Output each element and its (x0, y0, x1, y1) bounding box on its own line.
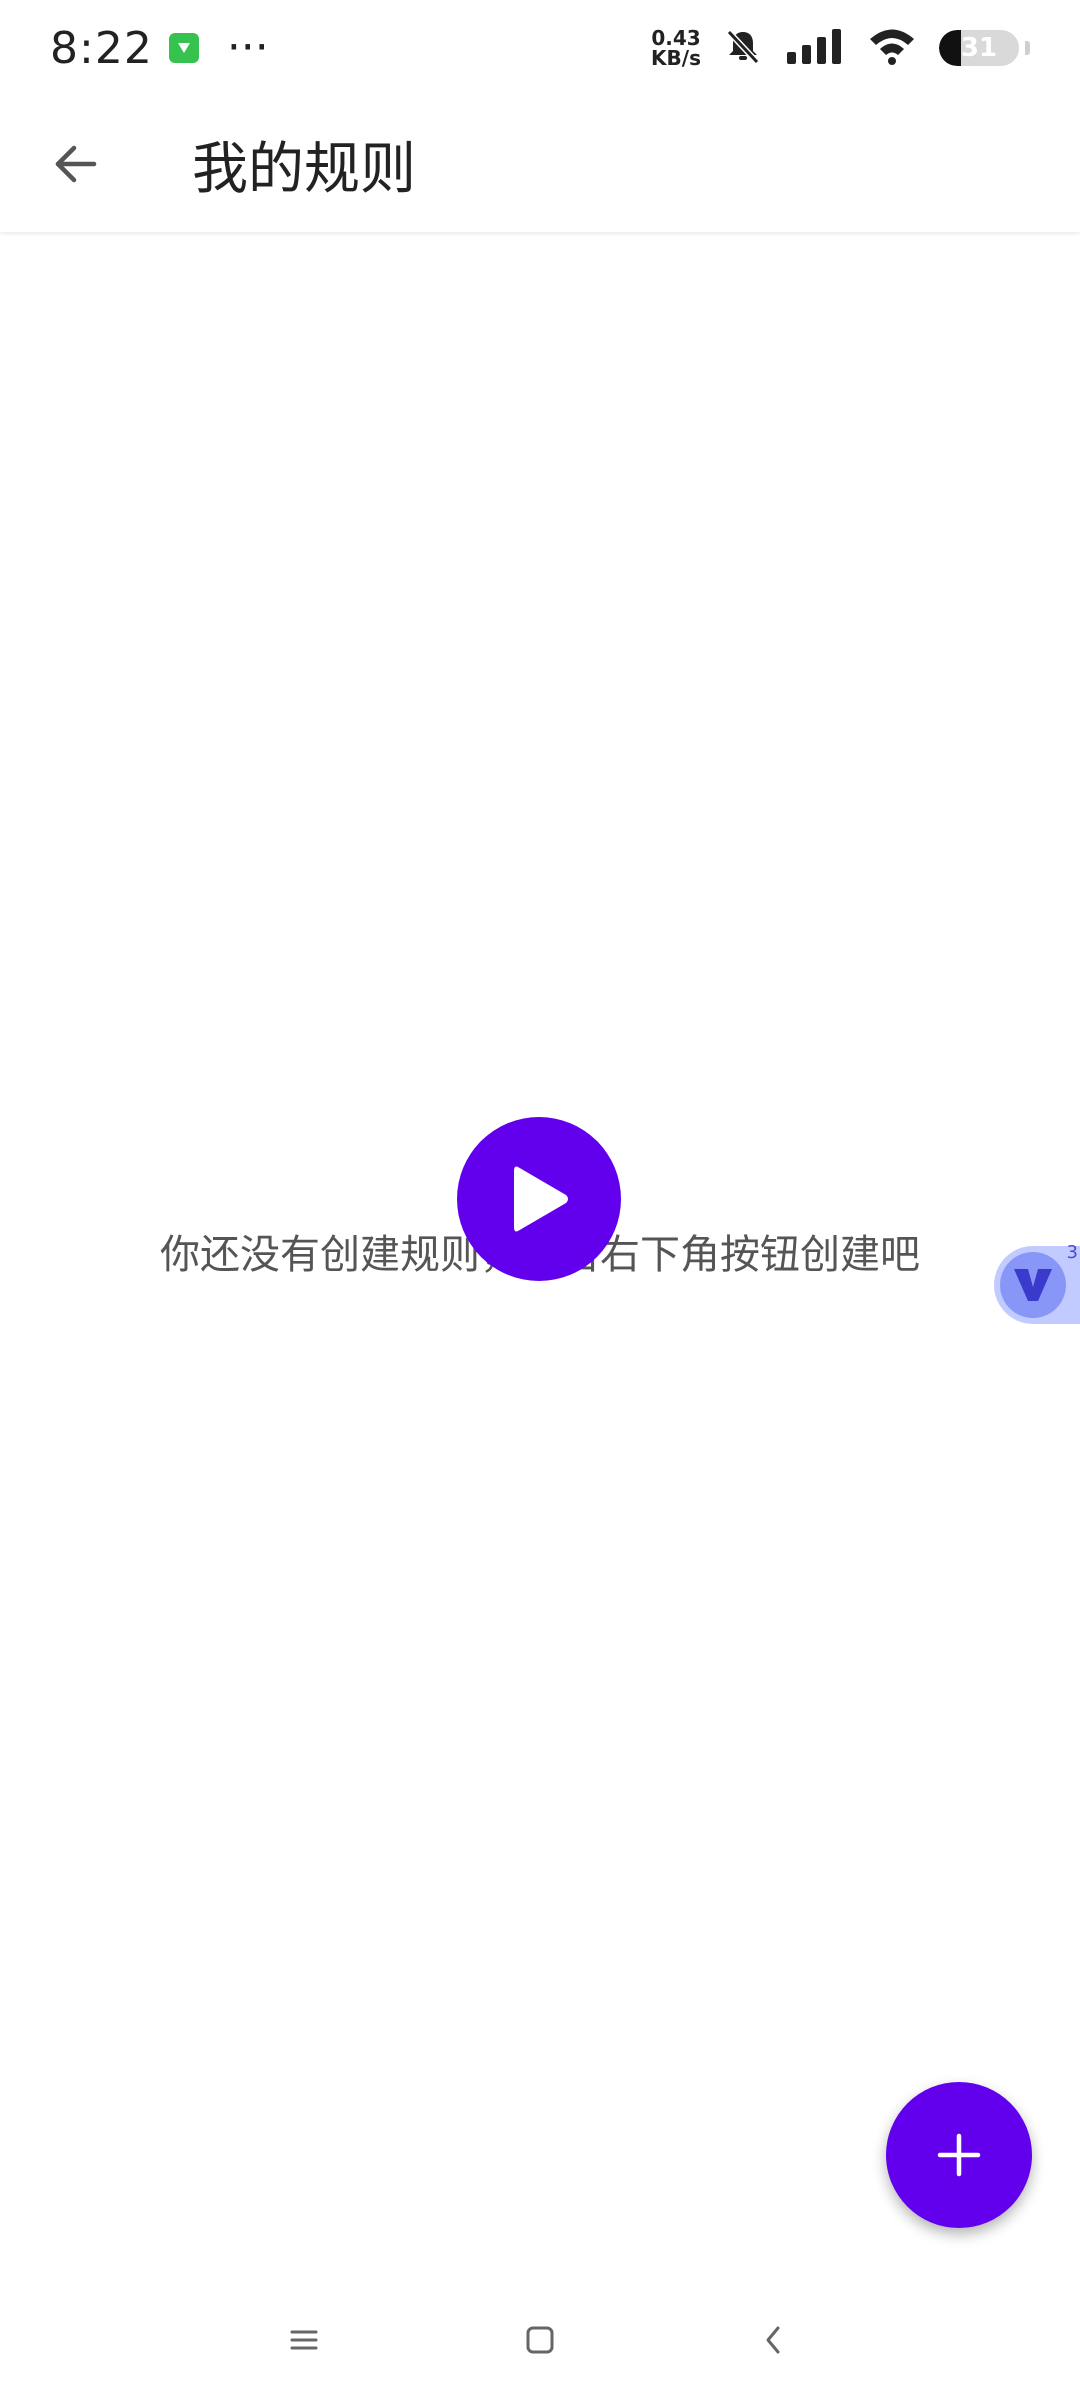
more-dots: ··· (226, 22, 269, 73)
navigation-bar (0, 2280, 1080, 2400)
battery-level: 31 (960, 33, 998, 63)
status-right: 0.43 KB/s 31 (651, 26, 1030, 70)
app-bar: 我的规则 (0, 96, 1080, 232)
wifi-icon (867, 26, 917, 70)
home-icon (526, 2326, 554, 2354)
bubble-count: 3 (1066, 1242, 1078, 1263)
battery-icon: 31 (939, 30, 1019, 66)
play-icon (514, 1166, 568, 1232)
net-speed-value: 0.43 (651, 26, 701, 50)
status-time: 8:22 (50, 22, 153, 74)
status-bar: 8:22 ··· 0.43 KB/s 31 (0, 0, 1080, 96)
nav-back-button[interactable] (742, 2308, 806, 2372)
nav-home-button[interactable] (508, 2308, 572, 2372)
status-left: 8:22 ··· (50, 23, 269, 74)
nav-menu-button[interactable] (272, 2308, 336, 2372)
battery-cap (1025, 41, 1030, 55)
mute-bell-icon (723, 26, 763, 70)
play-button[interactable] (457, 1117, 621, 1281)
net-speed: 0.43 KB/s (651, 28, 701, 68)
add-rule-button[interactable] (886, 2082, 1032, 2228)
floating-bubble[interactable]: 3 (994, 1242, 1080, 1324)
signal-icon (785, 26, 845, 70)
back-button[interactable] (20, 109, 130, 219)
plus-icon (937, 2133, 981, 2177)
back-icon (766, 2326, 780, 2354)
net-speed-unit: KB/s (651, 46, 701, 70)
arrow-left-icon (55, 145, 97, 183)
app-badge-icon (168, 33, 199, 63)
page-title: 我的规则 (192, 136, 416, 202)
menu-icon (290, 2330, 318, 2350)
v-logo-icon (1000, 1252, 1066, 1318)
